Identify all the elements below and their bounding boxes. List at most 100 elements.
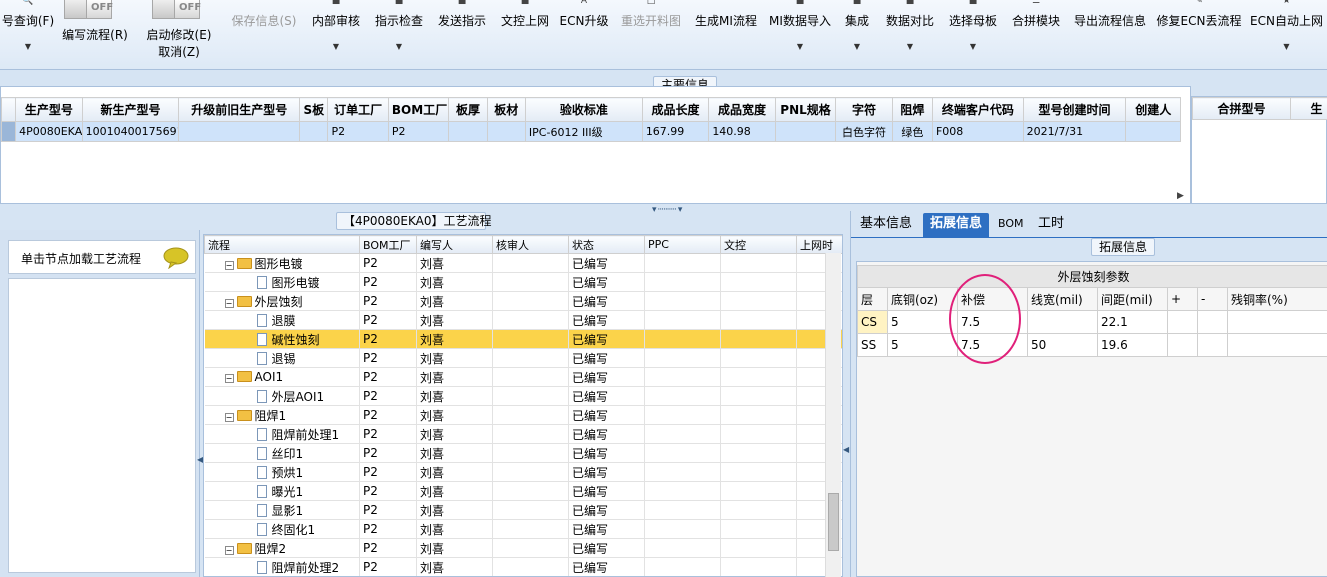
column-header[interactable]: 升级前旧生产型号 (178, 97, 301, 122)
collapse-toggle-icon[interactable]: − (224, 260, 234, 270)
table-cell[interactable]: 刘喜 (416, 253, 493, 273)
start-modify-button[interactable]: 启动修改(E) 取消(Z) (138, 0, 220, 70)
table-cell[interactable] (644, 424, 721, 444)
tree-node[interactable]: − 外层蚀刻 (204, 291, 360, 311)
instruction-check-button[interactable]: ■ 指示检查 ▼ (368, 0, 430, 70)
table-cell[interactable] (492, 386, 569, 406)
table-cell[interactable]: P2 (327, 121, 389, 142)
table-cell[interactable] (492, 405, 569, 425)
table-cell[interactable]: 已编写 (568, 481, 645, 501)
table-cell[interactable]: P2 (359, 500, 417, 520)
column-header[interactable]: 间距(mil) (1097, 287, 1168, 311)
table-cell[interactable] (644, 367, 721, 387)
table-cell[interactable]: 50 (1027, 333, 1098, 357)
table-cell[interactable]: 刘喜 (416, 367, 493, 387)
tab-extended-info[interactable]: 拓展信息 (923, 213, 990, 237)
tree-row[interactable]: 终固化1 P2 刘喜 已编写 (204, 519, 842, 539)
table-cell[interactable]: P2 (359, 329, 417, 349)
table-cell[interactable] (774, 121, 837, 142)
tree-row[interactable]: 预烘1 P2 刘喜 已编写 (204, 462, 842, 482)
table-cell[interactable] (644, 538, 721, 558)
tree-node[interactable]: 丝印1 (204, 443, 360, 463)
table-cell[interactable] (1226, 310, 1327, 334)
column-header[interactable]: 线宽(mil) (1027, 287, 1098, 311)
column-header[interactable]: BOM工厂 (359, 235, 417, 254)
table-cell[interactable]: 已编写 (568, 253, 645, 273)
table-cell[interactable] (1167, 333, 1198, 357)
column-header[interactable]: 型号创建时间 (1022, 97, 1127, 122)
tree-node[interactable]: 阻焊前处理1 (204, 424, 360, 444)
table-cell[interactable] (492, 443, 569, 463)
table-cell[interactable]: 绿色 (891, 121, 933, 142)
tree-node[interactable]: 曝光1 (204, 481, 360, 501)
column-header[interactable]: 生产型号 (15, 97, 83, 122)
table-cell[interactable]: 已编写 (568, 329, 645, 349)
column-header[interactable]: 字符 (835, 97, 893, 122)
tree-node[interactable]: 退膜 (204, 310, 360, 330)
tab-basic-info[interactable]: 基本信息 (853, 213, 919, 237)
table-cell[interactable]: P2 (359, 272, 417, 292)
layer-cell[interactable]: CS (857, 310, 888, 334)
tree-node[interactable]: 退锡 (204, 348, 360, 368)
table-cell[interactable] (1197, 333, 1228, 357)
reselect-cutting-chart-button[interactable]: □ 重选开料图 (614, 0, 688, 70)
table-cell[interactable] (720, 253, 797, 273)
table-cell[interactable] (1167, 310, 1198, 334)
layer-cell[interactable]: SS (857, 333, 888, 357)
table-cell[interactable] (720, 557, 797, 576)
table-cell[interactable] (720, 348, 797, 368)
tree-row[interactable]: 碱性蚀刻 P2 刘喜 已编写 (204, 329, 842, 349)
column-header[interactable]: 流程 (204, 235, 360, 254)
table-cell[interactable]: 4P0080EKA0 (15, 121, 83, 142)
process-tree-scrollbar[interactable] (825, 253, 841, 577)
table-cell[interactable] (720, 272, 797, 292)
table-cell[interactable] (492, 291, 569, 311)
tree-node[interactable]: − 图形电镀 (204, 253, 360, 273)
table-cell[interactable] (492, 367, 569, 387)
table-cell[interactable] (492, 272, 569, 292)
data-compare-button[interactable]: ■ 数据对比 ▼ (879, 0, 941, 70)
column-header[interactable]: 新生产型号 (81, 97, 180, 122)
integrate-button[interactable]: ■ 集成 ▼ (838, 0, 876, 70)
table-row[interactable]: 4P0080EKA0 10010400175691 P2 P2 IPC-6012… (0, 121, 1181, 142)
repair-ecn-process-button[interactable]: ✎ 修复ECN丢流程 (1154, 0, 1244, 70)
tab-work-hours[interactable]: 工时 (1031, 213, 1071, 237)
column-header[interactable]: 层 (857, 287, 888, 311)
table-cell[interactable] (486, 121, 526, 142)
table-cell[interactable] (720, 405, 797, 425)
column-header[interactable]: BOM工厂 (387, 97, 450, 122)
table-cell[interactable] (644, 481, 721, 501)
table-cell[interactable]: 刘喜 (416, 386, 493, 406)
tree-row[interactable]: 退锡 P2 刘喜 已编写 (204, 348, 842, 368)
tree-row[interactable]: 阻焊前处理2 P2 刘喜 已编写 (204, 557, 842, 576)
table-cell[interactable]: 刘喜 (416, 443, 493, 463)
save-info-button[interactable]: 保存信息(S) (226, 0, 302, 70)
column-header[interactable]: 成品长度 (641, 97, 710, 122)
table-cell[interactable]: 已编写 (568, 462, 645, 482)
tree-row[interactable]: 显影1 P2 刘喜 已编写 (204, 500, 842, 520)
table-cell[interactable]: 已编写 (568, 310, 645, 330)
table-cell[interactable]: 19.6 (1097, 333, 1168, 357)
table-cell[interactable]: P2 (359, 405, 417, 425)
table-cell[interactable] (492, 424, 569, 444)
tree-row[interactable]: 图形电镀 P2 刘喜 已编写 (204, 272, 842, 292)
table-cell[interactable]: 刘喜 (416, 481, 493, 501)
collapse-toggle-icon[interactable]: − (224, 545, 234, 555)
column-header[interactable]: 订单工厂 (327, 97, 389, 122)
table-cell[interactable]: 140.98 (708, 121, 776, 142)
table-cell[interactable] (644, 291, 721, 311)
send-instruction-button[interactable]: ■ 发送指示 (432, 0, 492, 70)
table-cell[interactable] (299, 121, 329, 142)
column-header[interactable]: 验收标准 (524, 97, 643, 122)
table-cell[interactable] (644, 310, 721, 330)
table-cell[interactable] (492, 519, 569, 539)
table-cell[interactable]: P2 (359, 557, 417, 576)
table-cell[interactable] (720, 367, 797, 387)
table-cell[interactable]: 白色字符 (835, 121, 893, 142)
column-header[interactable]: 板厚 (448, 97, 488, 122)
export-process-info-button[interactable]: 导出流程信息 (1068, 0, 1152, 70)
tree-node[interactable]: 图形电镀 (204, 272, 360, 292)
tree-node[interactable]: − 阻焊2 (204, 538, 360, 558)
tree-row[interactable]: − 图形电镀 P2 刘喜 已编写 (204, 253, 842, 273)
table-cell[interactable]: 刘喜 (416, 538, 493, 558)
